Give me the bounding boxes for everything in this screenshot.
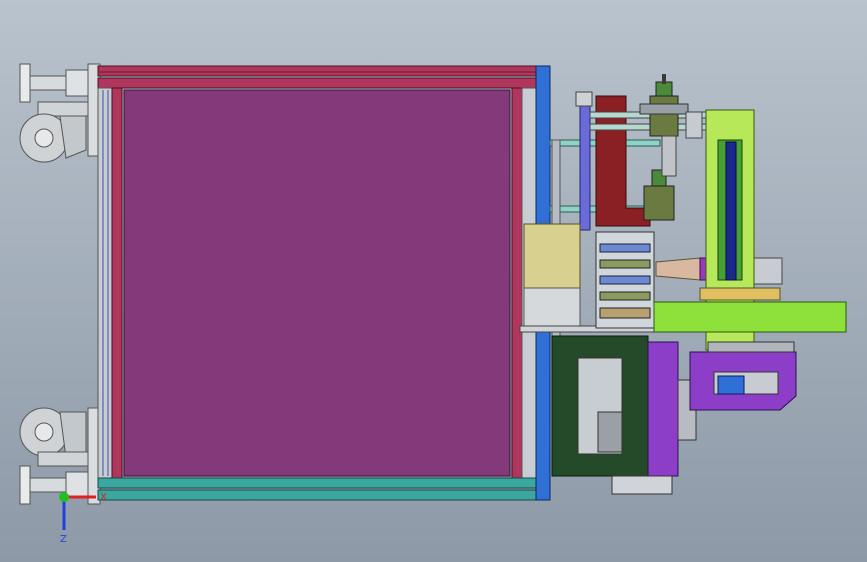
violet-rod xyxy=(579,99,591,231)
bottom-bracket xyxy=(611,475,673,495)
cad-viewport[interactable]: X Z xyxy=(0,0,867,562)
top-caster-wheel xyxy=(19,101,89,163)
motor-mount xyxy=(523,287,581,331)
arm-bracket xyxy=(699,287,781,301)
cad-model-view[interactable]: X Z xyxy=(0,0,867,562)
violet-carriage xyxy=(689,351,797,411)
motor-housing xyxy=(523,223,581,289)
axis-triad[interactable]: X Z xyxy=(59,492,107,545)
violet-plate xyxy=(647,341,679,477)
rod-clamp xyxy=(575,91,593,107)
mid-sensor-assembly xyxy=(643,169,675,221)
ball-screw xyxy=(725,141,737,281)
nozzle-cone xyxy=(655,257,701,281)
vertical-shaft xyxy=(661,135,677,177)
lower-base xyxy=(551,335,649,477)
lime-arm xyxy=(653,301,847,333)
gearbox-assembly xyxy=(595,231,655,329)
triad-x-label: X xyxy=(100,492,107,503)
triad-origin xyxy=(59,492,69,502)
slide-block xyxy=(685,111,703,139)
triad-z-label: Z xyxy=(60,534,67,545)
top-leveling-foot xyxy=(19,63,89,103)
front-panel xyxy=(123,89,511,477)
bottom-caster-wheel xyxy=(19,407,89,467)
carriage-rail xyxy=(707,341,795,353)
